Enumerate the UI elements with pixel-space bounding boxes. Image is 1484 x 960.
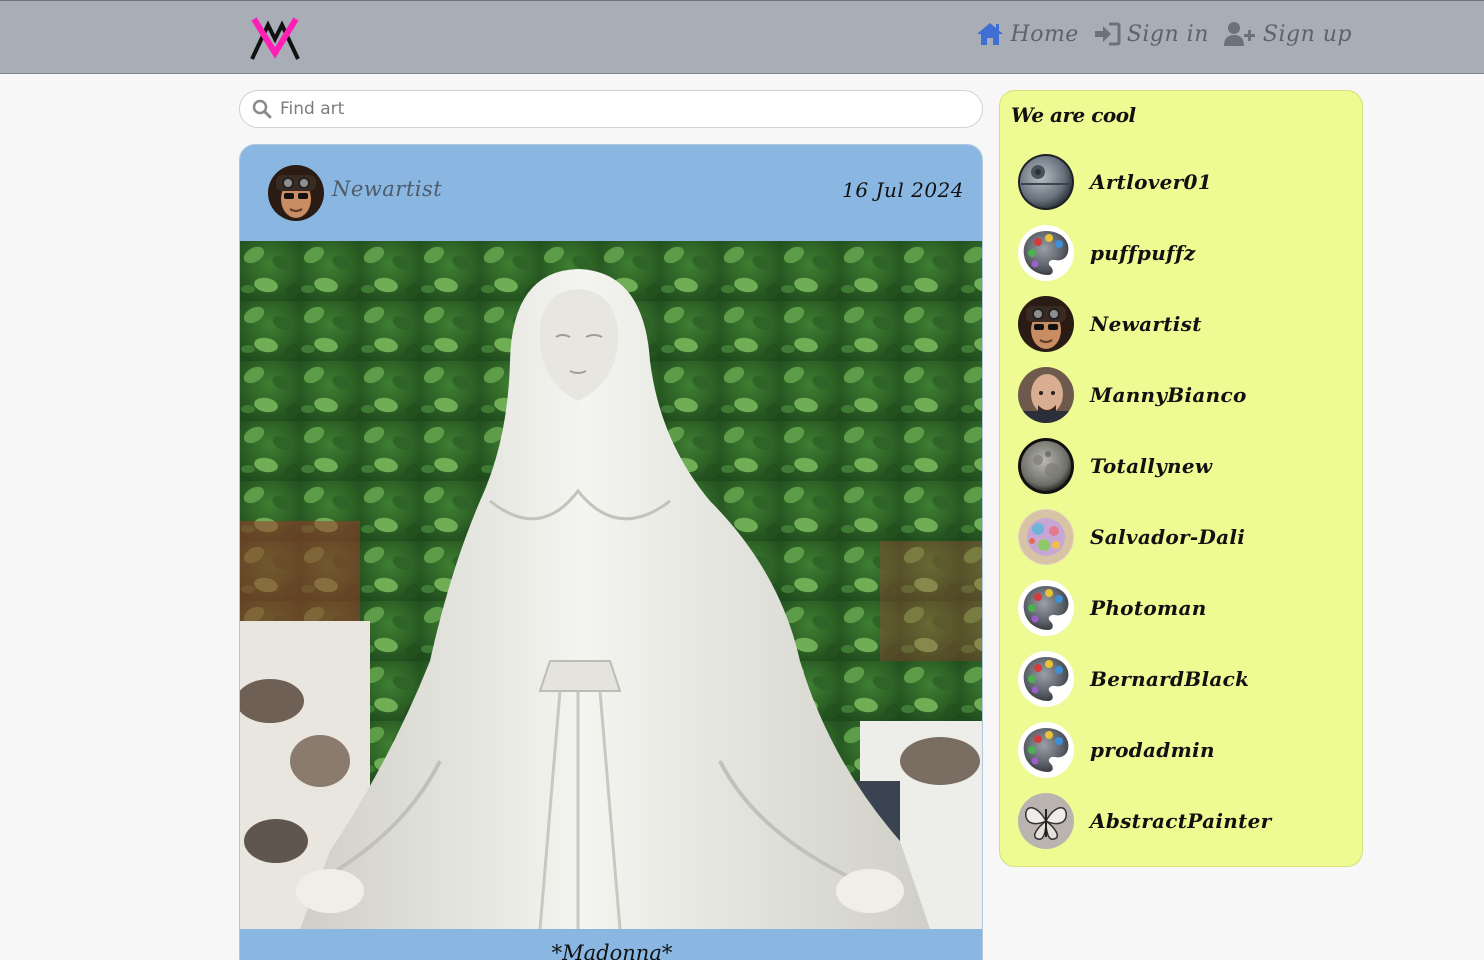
- artist-name: Newartist: [1090, 311, 1202, 336]
- artist-avatar: [1018, 509, 1074, 565]
- nav-signin-link[interactable]: Sign in: [1093, 22, 1209, 47]
- colorful-swirl-avatar: [1018, 509, 1074, 565]
- user-plus-icon: [1223, 22, 1255, 46]
- palette-avatar: [1018, 722, 1074, 778]
- death-star-avatar: [1018, 154, 1074, 210]
- artist-item[interactable]: Photoman: [1018, 572, 1272, 643]
- goggles-man-avatar: [1018, 296, 1074, 352]
- nav-home-link[interactable]: Home: [975, 21, 1079, 47]
- artist-avatar: [1018, 154, 1074, 210]
- madonna-statue-photo: [240, 241, 982, 929]
- artist-item[interactable]: AbstractPainter: [1018, 785, 1272, 856]
- palette-avatar: [1018, 651, 1074, 707]
- nav-signup-link[interactable]: Sign up: [1223, 21, 1352, 47]
- author-name[interactable]: Newartist: [332, 177, 442, 201]
- nav-links: Home Sign in Sign up: [975, 21, 1352, 47]
- artist-name: Totallynew: [1090, 453, 1213, 478]
- logo[interactable]: [248, 15, 302, 61]
- sign-in-icon: [1094, 22, 1121, 46]
- artist-item[interactable]: MannyBianco: [1018, 359, 1272, 430]
- author-avatar[interactable]: [268, 165, 324, 221]
- search-bar: [239, 90, 983, 128]
- bald-man-avatar: [1018, 367, 1074, 423]
- artist-avatar: [1018, 367, 1074, 423]
- artist-avatar: [1018, 580, 1074, 636]
- home-icon: [976, 23, 1003, 45]
- palette-avatar: [1018, 225, 1074, 281]
- palette-avatar: [1018, 580, 1074, 636]
- artist-name: puffpuffz: [1090, 240, 1196, 265]
- logo-icon: [250, 17, 300, 60]
- artist-avatar: [1018, 296, 1074, 352]
- featured-artists-panel: We are cool Artlover01 puffpuffz Newarti…: [999, 90, 1363, 867]
- artist-avatar: [1018, 651, 1074, 707]
- artist-item[interactable]: prodadmin: [1018, 714, 1272, 785]
- nav-signup-label: Sign up: [1262, 21, 1352, 47]
- nav-signin-label: Sign in: [1126, 21, 1209, 47]
- artist-item[interactable]: Totallynew: [1018, 430, 1272, 501]
- artist-name: prodadmin: [1090, 737, 1215, 762]
- artwork-title[interactable]: *Madonna*: [240, 941, 982, 960]
- artist-name: Photoman: [1090, 595, 1207, 620]
- artist-item[interactable]: Newartist: [1018, 288, 1272, 359]
- post-card: Newartist 16 Jul 2024 *Madonna*: [239, 144, 983, 960]
- artist-name: AbstractPainter: [1090, 808, 1272, 833]
- artist-name: Salvador-Dali: [1090, 524, 1246, 549]
- artist-avatar: [1018, 793, 1074, 849]
- nav-home-label: Home: [1010, 21, 1079, 47]
- artist-avatar: [1018, 722, 1074, 778]
- artist-item[interactable]: Artlover01: [1018, 146, 1272, 217]
- panel-title: We are cool: [1011, 103, 1136, 127]
- artist-avatar: [1018, 225, 1074, 281]
- artist-avatar: [1018, 438, 1074, 494]
- avatar-image: [268, 165, 324, 221]
- artist-name: Artlover01: [1090, 169, 1212, 194]
- post-header: Newartist 16 Jul 2024: [240, 145, 982, 241]
- artist-list: Artlover01 puffpuffz Newartist MannyBian…: [1018, 146, 1272, 856]
- post-date: 16 Jul 2024: [842, 178, 964, 202]
- artist-item[interactable]: puffpuffz: [1018, 217, 1272, 288]
- moon-avatar: [1018, 438, 1074, 494]
- artist-item[interactable]: BernardBlack: [1018, 643, 1272, 714]
- search-icon: [252, 99, 272, 119]
- butterfly-avatar: [1018, 793, 1074, 849]
- artist-item[interactable]: Salvador-Dali: [1018, 501, 1272, 572]
- top-navbar: Home Sign in Sign up: [0, 0, 1484, 74]
- search-input[interactable]: [280, 99, 960, 119]
- artist-name: BernardBlack: [1090, 666, 1250, 691]
- artwork-image[interactable]: [240, 241, 982, 929]
- artist-name: MannyBianco: [1090, 382, 1247, 407]
